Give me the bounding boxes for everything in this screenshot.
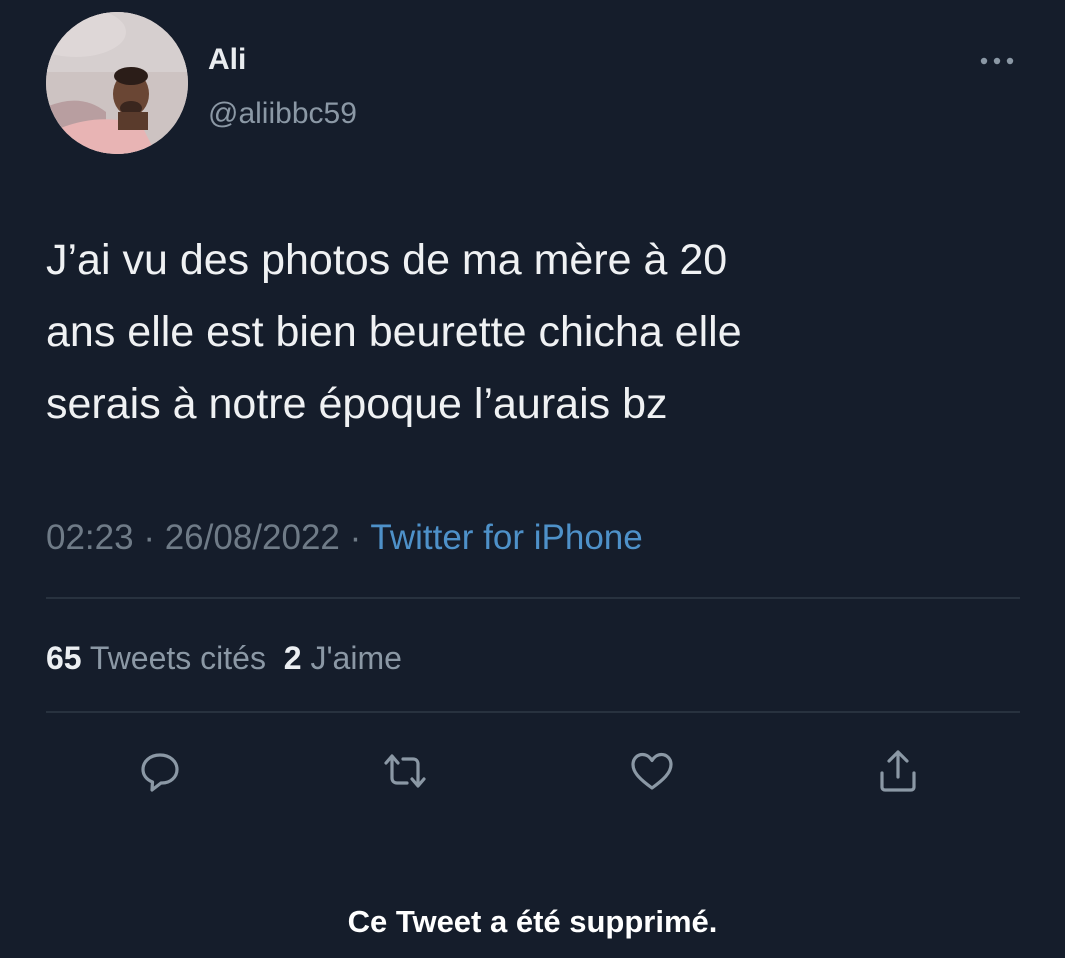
quote-tweets-stat[interactable]: 65 Tweets cités — [46, 640, 266, 676]
deleted-tweet-notice: Ce Tweet a été supprimé. — [347, 904, 718, 939]
tweet-time[interactable]: 02:23 — [46, 518, 134, 557]
divider — [46, 597, 1020, 599]
like-icon — [631, 752, 673, 790]
more-options-icon[interactable] — [972, 46, 1022, 76]
tweet-screenshot: Ali @aliibbc59 J’ai vu des photos de ma … — [0, 0, 1065, 958]
quote-tweets-count: 65 — [46, 640, 82, 676]
tweet-source-link[interactable]: Twitter for iPhone — [370, 518, 642, 557]
tweet-stats: 65 Tweets cités 2 J'aime — [46, 638, 402, 678]
tweet-text-line: ans elle est bien beurette chicha elle — [46, 308, 742, 356]
author-display-name[interactable]: Ali — [208, 42, 246, 78]
author-avatar[interactable] — [46, 12, 188, 154]
like-button[interactable] — [627, 746, 677, 796]
retweet-icon — [384, 754, 426, 788]
avatar-photo — [46, 12, 188, 154]
meta-separator: · — [349, 518, 362, 557]
author-handle[interactable]: @aliibbc59 — [208, 96, 357, 132]
tweet-text: J’ai vu des photos de ma mère à 20 ans e… — [46, 224, 1016, 440]
share-button[interactable] — [873, 746, 923, 796]
share-icon — [880, 750, 916, 792]
quote-tweets-label: Tweets cités — [89, 640, 266, 676]
likes-label: J'aime — [310, 640, 402, 676]
tweet-text-line: serais à notre époque l’aurais bz — [46, 380, 668, 428]
tweet-meta: 02:23 · 26/08/2022 · Twitter for iPhone — [46, 516, 643, 560]
tweet-text-line: J’ai vu des photos de ma mère à 20 — [46, 236, 728, 284]
reply-button[interactable] — [135, 746, 185, 796]
divider — [46, 711, 1020, 713]
likes-count: 2 — [283, 640, 302, 676]
tweet-date[interactable]: 26/08/2022 — [165, 518, 340, 557]
likes-stat[interactable]: 2 J'aime — [284, 640, 402, 676]
reply-icon — [141, 753, 179, 792]
meta-separator: · — [143, 518, 155, 557]
retweet-button[interactable] — [380, 746, 430, 796]
